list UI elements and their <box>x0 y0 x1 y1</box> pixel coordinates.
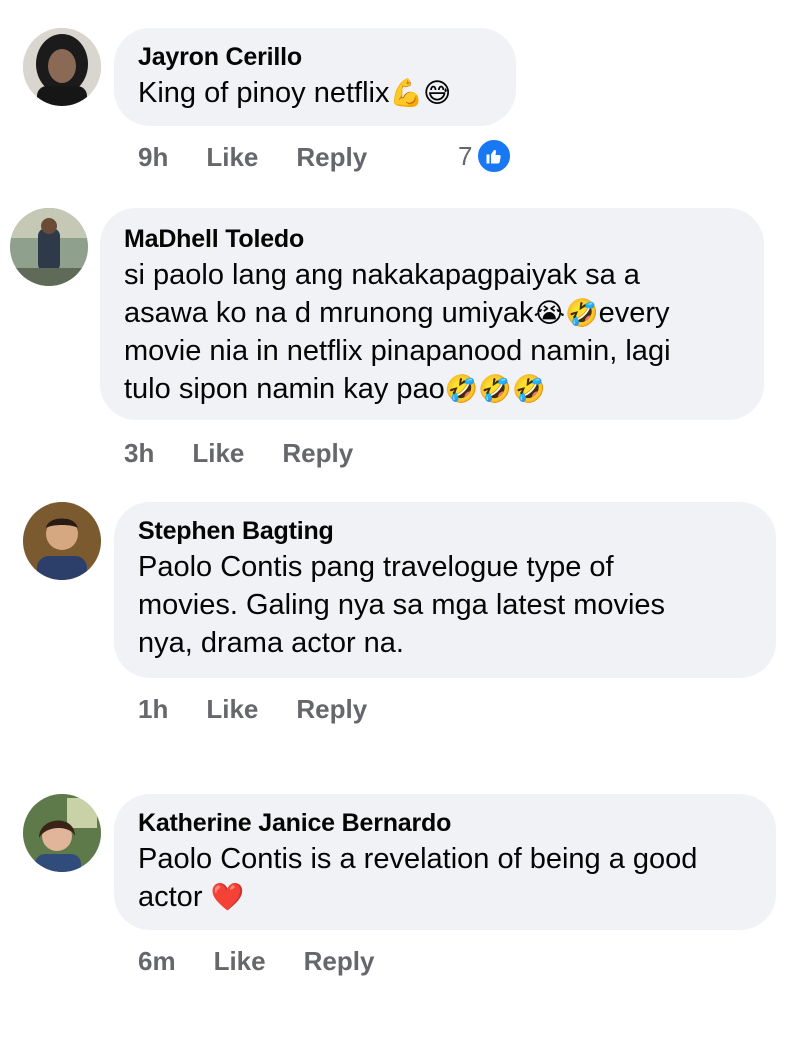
comment-text-line: tulo sipon namin kay pao🤣🤣🤣 <box>124 373 546 405</box>
like-button[interactable]: Like <box>192 438 244 469</box>
avatar[interactable] <box>10 208 88 286</box>
comment-3: Stephen Bagting Paolo Contis pang travel… <box>0 490 800 780</box>
comment-actions: 3h Like Reply <box>124 436 353 470</box>
comment-text-line: actor ❤️ <box>138 881 245 913</box>
comment-bubble: Stephen Bagting Paolo Contis pang travel… <box>114 502 776 678</box>
comment-2: MaDhell Toledo si paolo lang ang nakakap… <box>0 190 800 490</box>
reaction-count: 7 <box>458 140 473 171</box>
avatar[interactable] <box>23 794 101 872</box>
thumbs-up-icon <box>476 138 513 174</box>
rolling-laughing-emoji: 🤣🤣🤣 <box>444 374 546 404</box>
comment-bubble: Jayron Cerillo King of pinoy netflix💪😅 <box>114 28 516 126</box>
comment-author[interactable]: Katherine Janice Bernardo <box>138 806 754 840</box>
comment-1: Jayron Cerillo King of pinoy netflix💪😅 9… <box>0 0 800 190</box>
comment-text-line: movies. Galing nya sa mga latest movies <box>138 589 666 621</box>
comment-text: King of pinoy netflix💪😅 <box>138 77 452 109</box>
like-button[interactable]: Like <box>214 946 266 977</box>
comment-timestamp[interactable]: 1h <box>138 694 168 725</box>
comment-bubble: Katherine Janice Bernardo Paolo Contis i… <box>114 794 776 930</box>
avatar-madhell-icon <box>10 208 88 286</box>
avatar-katherine-icon <box>23 794 101 872</box>
comment-timestamp[interactable]: 3h <box>124 438 154 469</box>
comment-text-line: movie nia in netflix pinapanood namin, l… <box>124 335 671 367</box>
comment-text-line: Paolo Contis pang travelogue type of <box>138 551 614 583</box>
avatar[interactable] <box>23 502 101 580</box>
comment-actions: 6m Like Reply <box>138 944 374 978</box>
comment-4: Katherine Janice Bernardo Paolo Contis i… <box>0 780 800 1050</box>
comment-author[interactable]: Stephen Bagting <box>138 514 754 548</box>
comment-author[interactable]: MaDhell Toledo <box>124 222 742 256</box>
red-heart-emoji: ❤️ <box>210 882 245 912</box>
reply-button[interactable]: Reply <box>296 694 367 725</box>
reply-button[interactable]: Reply <box>304 946 375 977</box>
flexed-biceps-sweat-smile-emoji: 💪😅 <box>389 78 452 108</box>
comment-bubble: MaDhell Toledo si paolo lang ang nakakap… <box>100 208 764 420</box>
comment-timestamp[interactable]: 9h <box>138 142 168 173</box>
like-button[interactable]: Like <box>206 694 258 725</box>
comment-text-line: asawa ko na d mrunong umiyak😭🤣every <box>124 297 670 329</box>
reply-button[interactable]: Reply <box>296 142 367 173</box>
comment-text-line: si paolo lang ang nakakapagpaiyak sa a <box>124 259 640 291</box>
comment-timestamp[interactable]: 6m <box>138 946 176 977</box>
avatar-jayron-icon <box>23 28 101 106</box>
comment-author[interactable]: Jayron Cerillo <box>138 40 494 74</box>
comment-text-line: Paolo Contis is a revelation of being a … <box>138 843 698 875</box>
reaction-summary[interactable]: 7 <box>458 138 513 174</box>
comment-actions: 9h Like Reply <box>138 140 367 174</box>
avatar-stephen-icon <box>23 502 101 580</box>
reply-button[interactable]: Reply <box>282 438 353 469</box>
comment-actions: 1h Like Reply <box>138 692 367 726</box>
avatar[interactable] <box>23 28 101 106</box>
like-button[interactable]: Like <box>206 142 258 173</box>
comment-text-line: nya, drama actor na. <box>138 627 404 659</box>
crying-laughing-emoji: 😭🤣 <box>533 298 599 328</box>
